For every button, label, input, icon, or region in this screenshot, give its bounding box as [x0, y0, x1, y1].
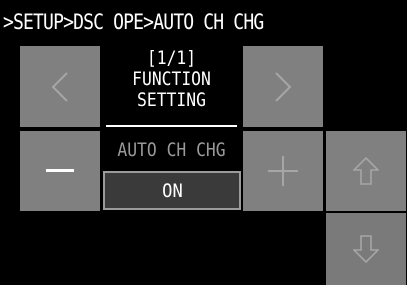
- chevron-right-icon: [275, 71, 292, 102]
- page-title-underline: [106, 125, 237, 127]
- page-indicator: [1/1]: [146, 47, 197, 69]
- value-text: ON: [161, 179, 183, 202]
- page-title-line1: FUNCTION: [132, 68, 211, 90]
- page-panel: [1/1] FUNCTION SETTING: [100, 46, 243, 127]
- plus-button[interactable]: [243, 131, 323, 211]
- minus-button[interactable]: [20, 131, 100, 211]
- prev-page-button[interactable]: [20, 46, 100, 127]
- breadcrumb: >SETUP>DSC OPE>AUTO CH CHG: [3, 10, 264, 34]
- item-label: AUTO CH CHG: [117, 139, 226, 161]
- next-page-button[interactable]: [243, 46, 323, 127]
- item-panel: AUTO CH CHG ON: [100, 131, 243, 211]
- page-title-line2: SETTING: [137, 89, 206, 111]
- value-field[interactable]: ON: [103, 171, 241, 210]
- arrow-down-icon: [353, 235, 379, 263]
- chevron-left-icon: [51, 71, 68, 102]
- scroll-down-button[interactable]: [326, 213, 406, 285]
- scroll-up-button[interactable]: [326, 131, 406, 211]
- minus-icon: [46, 169, 74, 172]
- arrow-up-icon: [353, 157, 379, 185]
- title-bar: >SETUP>DSC OPE>AUTO CH CHG: [0, 0, 407, 46]
- plus-icon: [268, 156, 298, 186]
